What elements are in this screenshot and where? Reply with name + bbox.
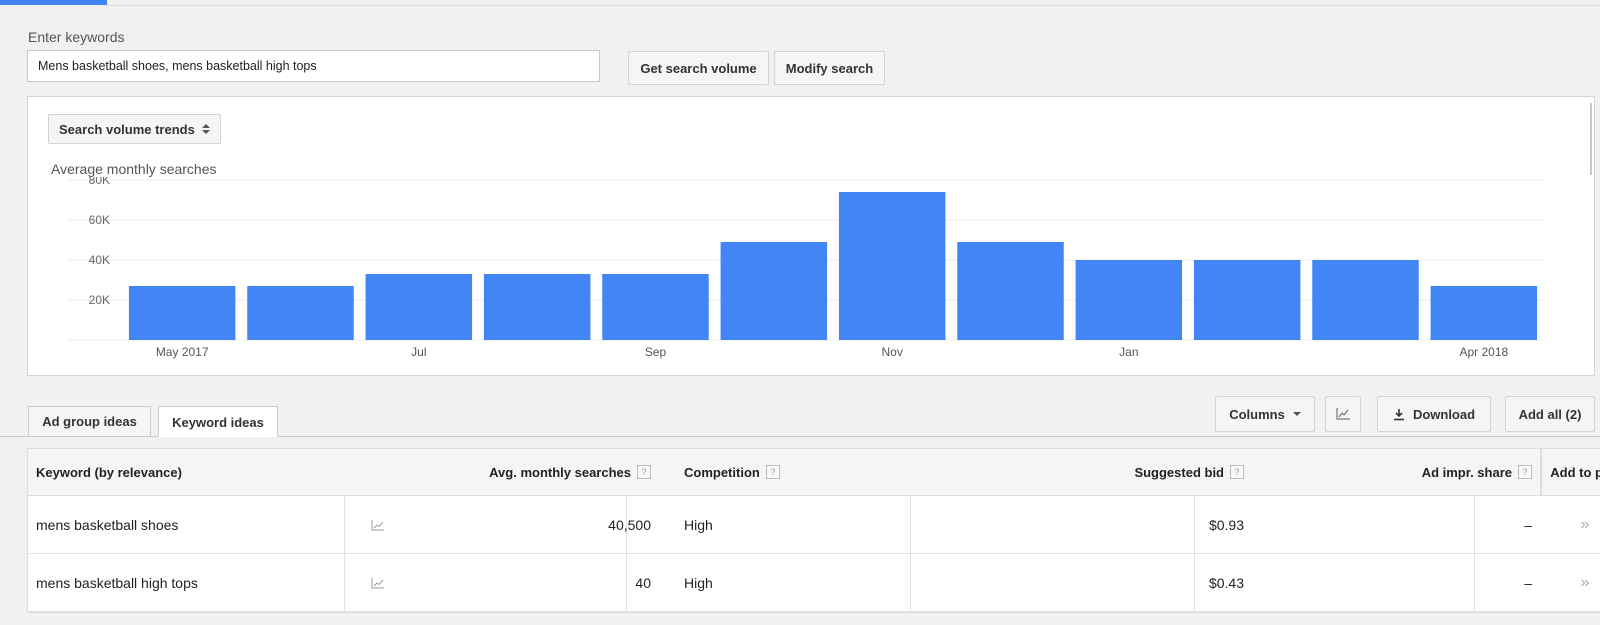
- competition-cell: High: [684, 574, 713, 591]
- suggested-bid-cell: $0.93: [1208, 516, 1244, 533]
- x-tick-label: Sep: [645, 345, 667, 359]
- x-tick-label: Jul: [411, 345, 426, 359]
- keyword-cell: mens basketball high tops: [36, 574, 198, 591]
- x-tick-label: Jan: [1119, 345, 1138, 359]
- y-tick-label: 20K: [89, 293, 110, 307]
- keyword-ideas-table: Keyword (by relevance) Avg. monthly sear…: [27, 448, 1600, 613]
- header-competition[interactable]: Competition?: [676, 449, 956, 495]
- select-label: Search volume trends: [59, 121, 195, 137]
- bar-jul[interactable]: [365, 274, 473, 340]
- search-volume-bar-chart: 20K 40K 60K 80K May 2017 Jul Sep Nov Jan Apr 2018: [68, 177, 1543, 359]
- bar-apr-2018[interactable]: [1430, 286, 1538, 340]
- header-keyword[interactable]: Keyword (by relevance): [36, 449, 356, 495]
- header-avg-label: Avg. monthly searches: [489, 464, 631, 480]
- x-tick-label: Nov: [881, 345, 902, 359]
- header-add-to-plan: Add to plan: [1540, 449, 1600, 495]
- bar-oct[interactable]: [720, 242, 828, 340]
- search-volume-panel: Search volume trends Average monthly sea…: [27, 96, 1595, 376]
- table-row: mens basketball shoes 40,500 High $0.93 …: [28, 496, 1600, 554]
- keywords-input[interactable]: [27, 50, 600, 82]
- up-down-arrows-icon: [201, 124, 210, 134]
- search-volume-trends-select[interactable]: Search volume trends: [48, 114, 221, 144]
- chevron-down-icon: [1292, 412, 1301, 416]
- header-bid-label: Suggested bid: [1134, 464, 1224, 480]
- double-chevron-right-icon[interactable]: »: [1581, 574, 1590, 592]
- ad-impr-share-cell: –: [1524, 574, 1532, 591]
- chart-toggle-button[interactable]: [1325, 396, 1361, 432]
- help-icon[interactable]: ?: [1230, 465, 1244, 479]
- table-row: mens basketball high tops 40 High $0.43 …: [28, 554, 1600, 612]
- add-all-button[interactable]: Add all (2): [1505, 396, 1595, 432]
- y-tick-label: 40K: [89, 253, 110, 267]
- bar-aug[interactable]: [483, 274, 591, 340]
- bar-dec[interactable]: [957, 242, 1064, 340]
- columns-label: Columns: [1229, 406, 1285, 422]
- keywords-label: Enter keywords: [28, 29, 125, 45]
- tab-keyword-ideas[interactable]: Keyword ideas: [158, 406, 278, 437]
- bar-sep[interactable]: [602, 274, 709, 340]
- y-tick-label: 60K: [89, 213, 110, 227]
- y-tick-label: 80K: [89, 177, 110, 187]
- bar-jun[interactable]: [247, 286, 354, 340]
- help-icon[interactable]: ?: [1518, 465, 1532, 479]
- header-suggested-bid[interactable]: Suggested bid?: [964, 449, 1254, 495]
- double-chevron-right-icon[interactable]: »: [1581, 516, 1590, 534]
- help-icon[interactable]: ?: [765, 465, 780, 479]
- x-tick-label: Apr 2018: [1459, 345, 1508, 359]
- add-to-plan-cell: »: [1540, 554, 1600, 611]
- header-ad-impr-share[interactable]: Ad impr. share?: [1254, 449, 1542, 495]
- keyword-cell: mens basketball shoes: [36, 516, 179, 533]
- bar-nov[interactable]: [838, 192, 946, 340]
- suggested-bid-cell: $0.43: [1208, 574, 1244, 591]
- get-search-volume-button[interactable]: Get search volume: [628, 51, 769, 85]
- download-button[interactable]: Download: [1377, 396, 1491, 432]
- table-header: Keyword (by relevance) Avg. monthly sear…: [28, 449, 1600, 496]
- tab-ad-group-ideas[interactable]: Ad group ideas: [28, 406, 151, 436]
- avg-monthly-searches-cell: 40,500: [608, 516, 651, 533]
- modify-search-button[interactable]: Modify search: [774, 51, 885, 85]
- chart-title: Average monthly searches: [51, 161, 217, 177]
- header-impr-label: Ad impr. share: [1421, 464, 1512, 480]
- ad-impr-share-cell: –: [1524, 516, 1532, 533]
- top-tab-indicator: [0, 0, 107, 5]
- header-competition-label: Competition: [684, 464, 760, 480]
- download-label: Download: [1412, 406, 1476, 422]
- bar-jan[interactable]: [1075, 260, 1183, 340]
- columns-button[interactable]: Columns: [1215, 396, 1315, 432]
- download-icon: [1393, 408, 1404, 420]
- bar-may-2017[interactable]: [128, 286, 236, 340]
- top-divider: [107, 5, 1600, 6]
- bar-feb[interactable]: [1193, 260, 1301, 340]
- x-tick-label: May 2017: [156, 345, 209, 359]
- add-to-plan-cell: »: [1540, 496, 1600, 553]
- help-icon[interactable]: ?: [637, 465, 651, 479]
- bar-mar[interactable]: [1312, 260, 1419, 340]
- competition-cell: High: [684, 516, 713, 533]
- panel-scrollbar[interactable]: [1590, 103, 1592, 175]
- line-chart-icon: [1336, 408, 1350, 420]
- header-avg-monthly-searches[interactable]: Avg. monthly searches?: [373, 449, 661, 495]
- avg-monthly-searches-cell: 40: [635, 574, 651, 591]
